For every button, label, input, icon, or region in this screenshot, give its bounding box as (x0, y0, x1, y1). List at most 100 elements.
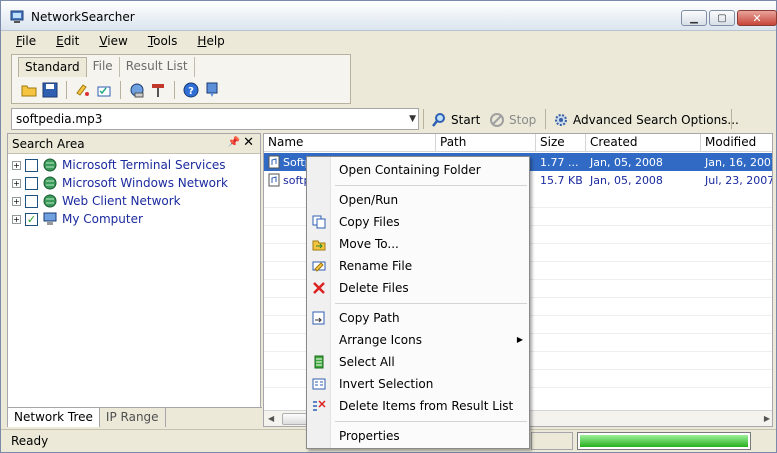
maximize-button[interactable]: ▢ (709, 10, 735, 26)
advanced-search-label: Advanced Search Options... (573, 113, 739, 127)
start-button[interactable]: Start (431, 110, 480, 130)
search-combo[interactable]: ▼ (11, 108, 419, 130)
search-icon (432, 113, 445, 127)
cell-modified: Jan, 16, 2007 (705, 155, 773, 169)
expand-icon[interactable]: + (12, 214, 21, 224)
menu-item-open-run[interactable]: Open/Run (307, 189, 529, 211)
cell-size: 1.77 ... (540, 155, 579, 169)
menu-item-label: Open Containing Folder (339, 163, 481, 177)
menu-item-invert-selection[interactable]: Invert Selection (307, 373, 529, 395)
tree-checkbox[interactable] (25, 176, 38, 190)
menu-item-label: Invert Selection (339, 377, 434, 391)
scroll-left-icon[interactable]: ◀ (268, 414, 274, 423)
menu-item-label: Move To... (339, 237, 399, 251)
window-title: NetworkSearcher (31, 10, 135, 24)
menu-edit[interactable]: Edit (45, 32, 88, 52)
context-menu: Open Containing Folder Open/Run Copy Fil… (306, 156, 530, 449)
search-input[interactable] (16, 112, 396, 126)
search-area-title: Search Area (12, 137, 85, 151)
column-created[interactable]: Created (586, 134, 701, 151)
menu-item-move-to[interactable]: Move To... (307, 233, 529, 255)
pane-close-icon[interactable]: ✕ (243, 135, 254, 150)
save-icon[interactable] (41, 81, 59, 99)
copy-icon (307, 211, 331, 233)
expand-icon[interactable]: + (12, 178, 21, 188)
column-modified[interactable]: Modified (701, 134, 772, 151)
audio-file-icon (268, 173, 280, 187)
menu-item-properties[interactable]: Properties (307, 425, 529, 447)
menu-item-open-containing-folder[interactable]: Open Containing Folder (307, 159, 529, 181)
minimize-icon: ▁ (690, 12, 698, 24)
advanced-search-button[interactable]: Advanced Search Options... (553, 110, 739, 130)
menu-view[interactable]: View (88, 32, 136, 52)
help-icon[interactable]: ? (182, 81, 200, 99)
checklist-icon[interactable] (95, 81, 113, 99)
close-button[interactable]: ✕ (737, 10, 777, 26)
network-tree: + Microsoft Terminal Services + Microsof… (12, 156, 228, 228)
tree-node-label: My Computer (62, 212, 143, 226)
menu-item-label: Arrange Icons (339, 333, 422, 347)
audio-file-icon (268, 155, 280, 169)
menu-item-delete-items-from-result-list[interactable]: Delete Items from Result List (307, 395, 529, 417)
tree-node-terminal-services[interactable]: + Microsoft Terminal Services (12, 156, 228, 174)
rename-icon (307, 255, 331, 277)
computer-icon (43, 212, 57, 225)
menu-separator (335, 303, 527, 304)
chevron-down-icon[interactable]: ▼ (409, 114, 416, 124)
menu-item-label: Select All (339, 355, 395, 369)
tab-result-list[interactable]: Result List (120, 57, 195, 77)
tab-standard[interactable]: Standard (18, 57, 87, 77)
menu-item-label: Delete Items from Result List (339, 399, 514, 413)
expand-icon[interactable]: + (12, 196, 21, 206)
menu-item-select-all[interactable]: Select All (307, 351, 529, 373)
app-window: NetworkSearcher ▁ ▢ ✕ File Edit View Too… (0, 0, 777, 453)
menu-tools[interactable]: Tools (137, 32, 187, 52)
menu-item-copy-path[interactable]: Copy Path (307, 307, 529, 329)
tree-node-my-computer[interactable]: + ✓ My Computer (12, 210, 228, 228)
menu-item-arrange-icons[interactable]: Arrange Icons ▶ (307, 329, 529, 351)
stop-button[interactable]: Stop (489, 110, 536, 130)
gear-icon (555, 114, 567, 126)
column-size[interactable]: Size (536, 134, 586, 151)
tree-checkbox[interactable] (25, 194, 38, 208)
select-all-icon (307, 351, 331, 373)
network-config-icon[interactable] (128, 81, 146, 99)
menu-help[interactable]: Help (186, 32, 233, 52)
network-globe-icon (43, 176, 57, 190)
app-icon (10, 10, 24, 23)
tree-checkbox-checked[interactable]: ✓ (25, 212, 38, 226)
tab-network-tree[interactable]: Network Tree (8, 408, 100, 427)
column-path[interactable]: Path (436, 134, 536, 151)
menu-item-label: Open/Run (339, 193, 399, 207)
info-icon[interactable] (203, 81, 221, 99)
toolbar-separator (174, 81, 175, 99)
scroll-right-icon[interactable]: ▶ (764, 414, 770, 423)
menu-item-rename-file[interactable]: Rename File (307, 255, 529, 277)
tree-node-web-client[interactable]: + Web Client Network (12, 192, 228, 210)
cell-size: 15.7 KB (540, 173, 583, 187)
tab-ip-range[interactable]: IP Range (100, 408, 166, 427)
delete-icon (307, 277, 331, 299)
open-folder-icon[interactable] (20, 81, 38, 99)
find-icon[interactable] (74, 81, 92, 99)
search-area-pane: Search Area 📌 ✕ + Microsoft Terminal Ser… (7, 133, 262, 427)
tree-node-label: Microsoft Terminal Services (62, 158, 226, 172)
menu-separator (335, 185, 527, 186)
column-name[interactable]: Name (264, 134, 436, 151)
network-globe-icon (43, 194, 57, 208)
tree-checkbox[interactable] (25, 158, 38, 172)
tree-node-windows-network[interactable]: + Microsoft Windows Network (12, 174, 228, 192)
expand-icon[interactable]: + (12, 160, 21, 170)
menu-item-delete-files[interactable]: Delete Files (307, 277, 529, 299)
minimize-button[interactable]: ▁ (681, 10, 707, 26)
search-separator (423, 109, 424, 129)
tab-file[interactable]: File (87, 57, 120, 77)
pin-icon[interactable]: 📌 (228, 137, 240, 148)
toolbar-icons: ? (20, 81, 221, 99)
toolbar-band: Standard File Result List ? (11, 54, 351, 104)
menu-item-label: Copy Path (339, 311, 400, 325)
menu-item-copy-files[interactable]: Copy Files (307, 211, 529, 233)
menu-file[interactable]: File (5, 32, 45, 52)
menu-item-label: Rename File (339, 259, 413, 273)
tools-icon[interactable] (149, 81, 167, 99)
